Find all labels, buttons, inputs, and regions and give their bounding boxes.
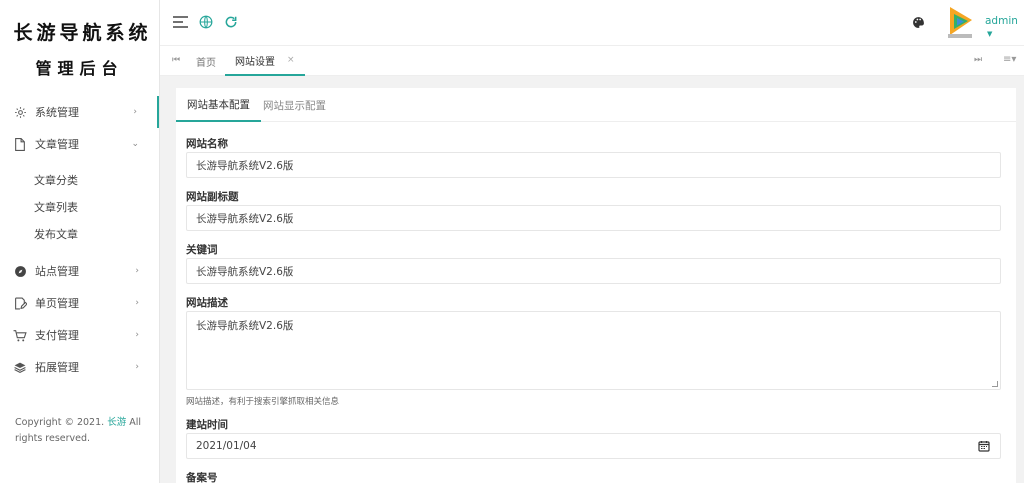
chevron-right-icon: › — [135, 298, 139, 308]
avatar[interactable] — [945, 5, 975, 39]
logo-subtitle: 管理后台 — [35, 58, 124, 78]
sidebar-item-payment[interactable]: 支付管理 › — [0, 319, 159, 351]
tab-display-config[interactable]: 网站显示配置 — [263, 88, 326, 122]
sidebar-subitem-article-categories[interactable]: 文章分类 — [0, 166, 159, 193]
description-help-text: 网站描述，有利于搜索引擎抓取相关信息 — [186, 397, 340, 407]
top-header: admin ▼ — [160, 0, 1024, 46]
calendar-icon[interactable] — [978, 440, 990, 452]
sidebar-item-pages[interactable]: 单页管理 › — [0, 287, 159, 319]
sidebar-item-label: 拓展管理 — [35, 361, 79, 374]
palette-icon[interactable] — [908, 12, 928, 32]
gear-icon — [13, 105, 27, 119]
subtitle-label: 网站副标题 — [186, 191, 239, 203]
chevron-right-icon: › — [135, 266, 139, 276]
build-date-value: 2021/01/04 — [196, 440, 257, 452]
subtitle-input[interactable]: 长游导航系统V2.6版 — [186, 205, 1001, 231]
sidebar-item-label: 单页管理 — [35, 297, 79, 310]
app-root: 长游导航系统 管理后台 系统管理 › 文章管理 ⌄ 文章分类 文章列表 发布文章 — [0, 0, 1024, 483]
description-label: 网站描述 — [186, 297, 228, 309]
tabs-menu-icon[interactable]: ≡▾ — [1003, 54, 1016, 65]
tab-site-settings[interactable]: 网站设置 × — [225, 46, 305, 76]
sidebar-subitem-publish-article[interactable]: 发布文章 — [0, 220, 159, 247]
sidebar-subitem-article-list[interactable]: 文章列表 — [0, 193, 159, 220]
settings-card: 网站基本配置 网站显示配置 网站名称 长游导航系统V2.6版 网站副标题 长游导… — [176, 88, 1016, 483]
settings-tabs: 网站基本配置 网站显示配置 — [176, 88, 1016, 122]
caret-down-icon: ▼ — [987, 30, 993, 38]
tab-label: 首页 — [196, 57, 216, 69]
sidebar-item-label: 系统管理 — [35, 106, 79, 119]
cart-icon — [13, 328, 27, 342]
globe-icon[interactable] — [196, 12, 216, 32]
sidebar-item-system[interactable]: 系统管理 › — [0, 96, 159, 128]
logo-title: 长游导航系统 — [13, 21, 152, 44]
keywords-label: 关键词 — [186, 244, 218, 256]
chevron-right-icon: › — [135, 330, 139, 340]
chevron-down-icon: ⌄ — [131, 139, 139, 149]
sidebar-item-label: 站点管理 — [35, 265, 79, 278]
menu-toggle-icon[interactable] — [170, 12, 190, 32]
close-icon[interactable]: × — [287, 55, 295, 65]
build-date-input[interactable]: 2021/01/04 — [186, 433, 1001, 459]
user-menu[interactable]: admin ▼ — [985, 15, 1024, 39]
copyright-prefix: Copyright © 2021. — [15, 417, 105, 428]
build-date-label: 建站时间 — [186, 419, 228, 431]
copyright-text: Copyright © 2021. 长游 All rights reserved… — [15, 415, 150, 447]
sidebar-item-label: 支付管理 — [35, 329, 79, 342]
chevron-right-icon: › — [133, 107, 137, 117]
sidebar-item-label: 文章管理 — [35, 138, 79, 151]
tab-home[interactable]: 首页 — [196, 46, 216, 76]
tabs-scroll-left-icon[interactable]: ⏮ — [172, 55, 180, 65]
username: admin — [985, 15, 1018, 27]
tab-label: 网站设置 — [235, 56, 275, 68]
description-textarea[interactable]: 长游导航系统V2.6版 — [186, 311, 1001, 390]
resize-handle-icon[interactable] — [992, 381, 998, 387]
description-value: 长游导航系统V2.6版 — [196, 320, 294, 332]
page-tabs-bar: ⏮ 首页 网站设置 × ⏭ ≡▾ — [160, 46, 1024, 76]
refresh-icon[interactable] — [221, 12, 241, 32]
chevron-right-icon: › — [135, 362, 139, 372]
site-name-label: 网站名称 — [186, 138, 228, 150]
tabs-scroll-right-icon[interactable]: ⏭ — [974, 55, 982, 65]
sidebar-item-extensions[interactable]: 拓展管理 › — [0, 351, 159, 383]
document-icon — [13, 137, 27, 151]
tab-basic-config[interactable]: 网站基本配置 — [176, 88, 261, 122]
sidebar-item-sites[interactable]: 站点管理 › — [0, 255, 159, 287]
icp-label: 备案号 — [186, 472, 218, 483]
site-name-input[interactable]: 长游导航系统V2.6版 — [186, 152, 1001, 178]
copyright-link[interactable]: 长游 — [107, 417, 126, 428]
edit-page-icon — [13, 296, 27, 310]
sidebar-item-articles[interactable]: 文章管理 ⌄ — [0, 128, 159, 160]
sidebar-menu: 系统管理 › 文章管理 ⌄ 文章分类 文章列表 发布文章 站点管理 › 单页管理… — [0, 96, 159, 383]
keywords-input[interactable]: 长游导航系统V2.6版 — [186, 258, 1001, 284]
sidebar: 长游导航系统 管理后台 系统管理 › 文章管理 ⌄ 文章分类 文章列表 发布文章 — [0, 0, 160, 483]
compass-icon — [13, 264, 27, 278]
logo[interactable]: 长游导航系统 管理后台 — [0, 0, 159, 96]
layers-icon — [13, 360, 27, 374]
